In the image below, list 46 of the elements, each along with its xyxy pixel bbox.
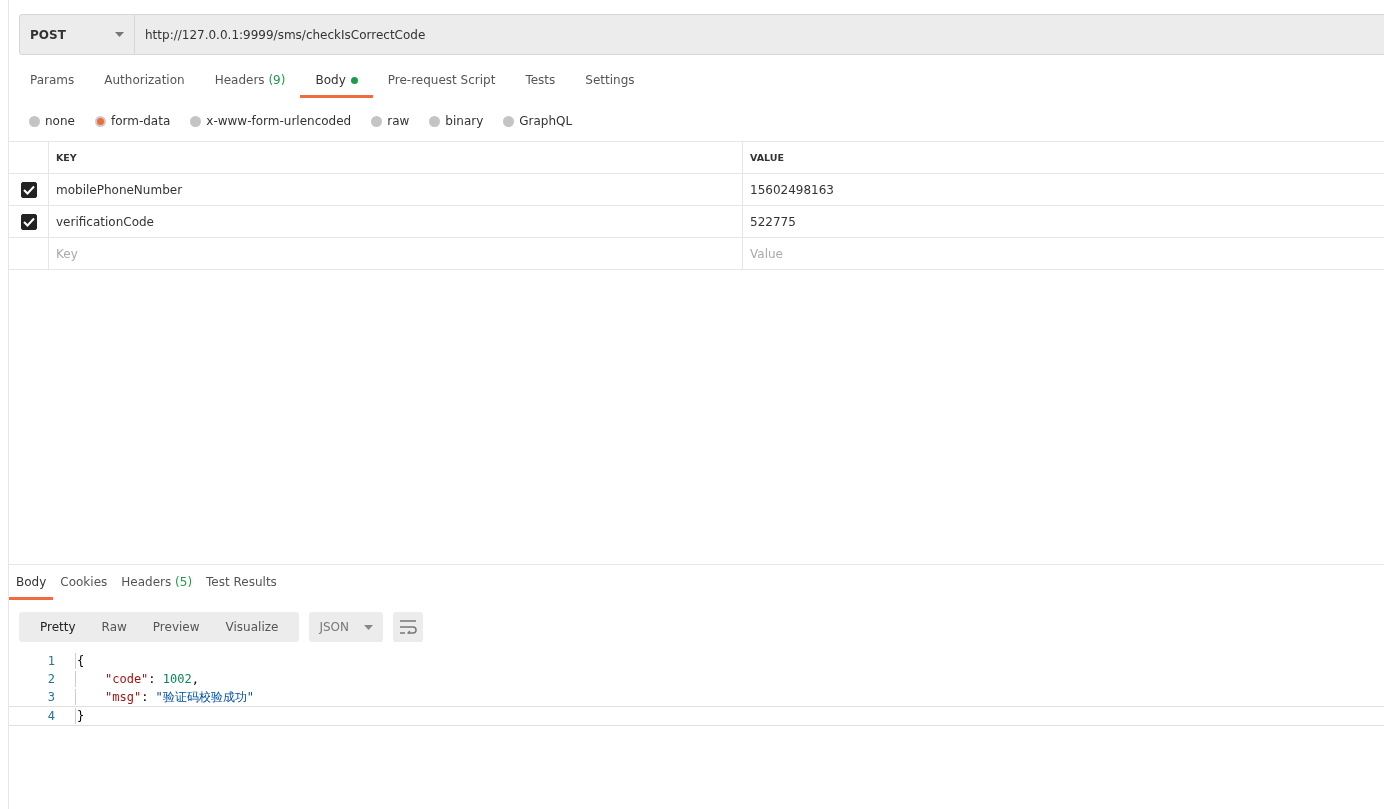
caret-icon xyxy=(115,32,124,37)
line-number: 3 xyxy=(46,690,55,704)
wrap-lines-icon xyxy=(399,620,418,634)
wrap-button[interactable] xyxy=(393,612,424,642)
checkbox[interactable] xyxy=(20,213,37,230)
body-type-radio[interactable]: none xyxy=(29,114,75,128)
key-field[interactable]: Key xyxy=(56,246,735,261)
code-line: "code": 1002, xyxy=(105,672,199,686)
view-mode-tab[interactable]: Visualize xyxy=(212,612,292,642)
view-mode-tab[interactable]: Pretty xyxy=(27,612,89,642)
table-cell: verificationCode xyxy=(49,206,743,237)
response-tab[interactable]: Cookies xyxy=(53,569,115,600)
table-cell-text: 15602498163 xyxy=(749,181,835,199)
code-line: { xyxy=(77,654,85,668)
table-cell-text: 522775 xyxy=(749,213,797,231)
request-tab[interactable]: Params xyxy=(15,67,90,98)
request-tab[interactable]: Headers (9) xyxy=(199,67,301,98)
request-tab[interactable]: Authorization xyxy=(89,67,200,98)
body-type-radio[interactable]: x-www-form-urlencoded xyxy=(190,114,352,128)
request-tab[interactable]: Pre-request Script xyxy=(372,67,511,98)
line-number: 2 xyxy=(46,672,55,686)
response-tab[interactable]: Headers (5) xyxy=(114,569,200,600)
response-tab[interactable]: Test Results xyxy=(199,569,284,600)
line-number: 1 xyxy=(46,654,55,668)
request-tab[interactable]: Settings xyxy=(570,67,650,98)
caret-icon xyxy=(364,624,374,630)
request-tab[interactable]: Body xyxy=(300,67,373,98)
request-tab[interactable]: Tests xyxy=(510,67,571,98)
view-mode-tab[interactable]: Raw xyxy=(88,612,140,642)
checkbox[interactable] xyxy=(20,181,37,198)
view-mode-tab[interactable]: Preview xyxy=(139,612,213,642)
body-type-radio[interactable]: GraphQL xyxy=(503,114,573,128)
body-type-radio[interactable]: binary xyxy=(429,114,484,128)
column-header: KEY xyxy=(49,142,743,173)
table-cell: mobilePhoneNumber xyxy=(49,174,743,205)
value-field[interactable]: Value xyxy=(750,246,1377,261)
body-type-radio[interactable]: raw xyxy=(371,114,410,128)
column-header: VALUE xyxy=(749,151,785,165)
body-type-radio[interactable]: form-data xyxy=(94,114,171,128)
code-line: } xyxy=(77,709,85,723)
method-dropdown[interactable]: POST xyxy=(19,14,135,55)
url-field[interactable]: http://127.0.0.1:9999/sms/checkIsCorrectCode xyxy=(135,14,1384,55)
response-tab[interactable]: Body xyxy=(9,569,54,600)
code-line: "msg": "验证码校验成功" xyxy=(105,688,255,706)
line-number: 4 xyxy=(46,709,55,723)
format-dropdown[interactable]: JSON xyxy=(309,612,384,642)
